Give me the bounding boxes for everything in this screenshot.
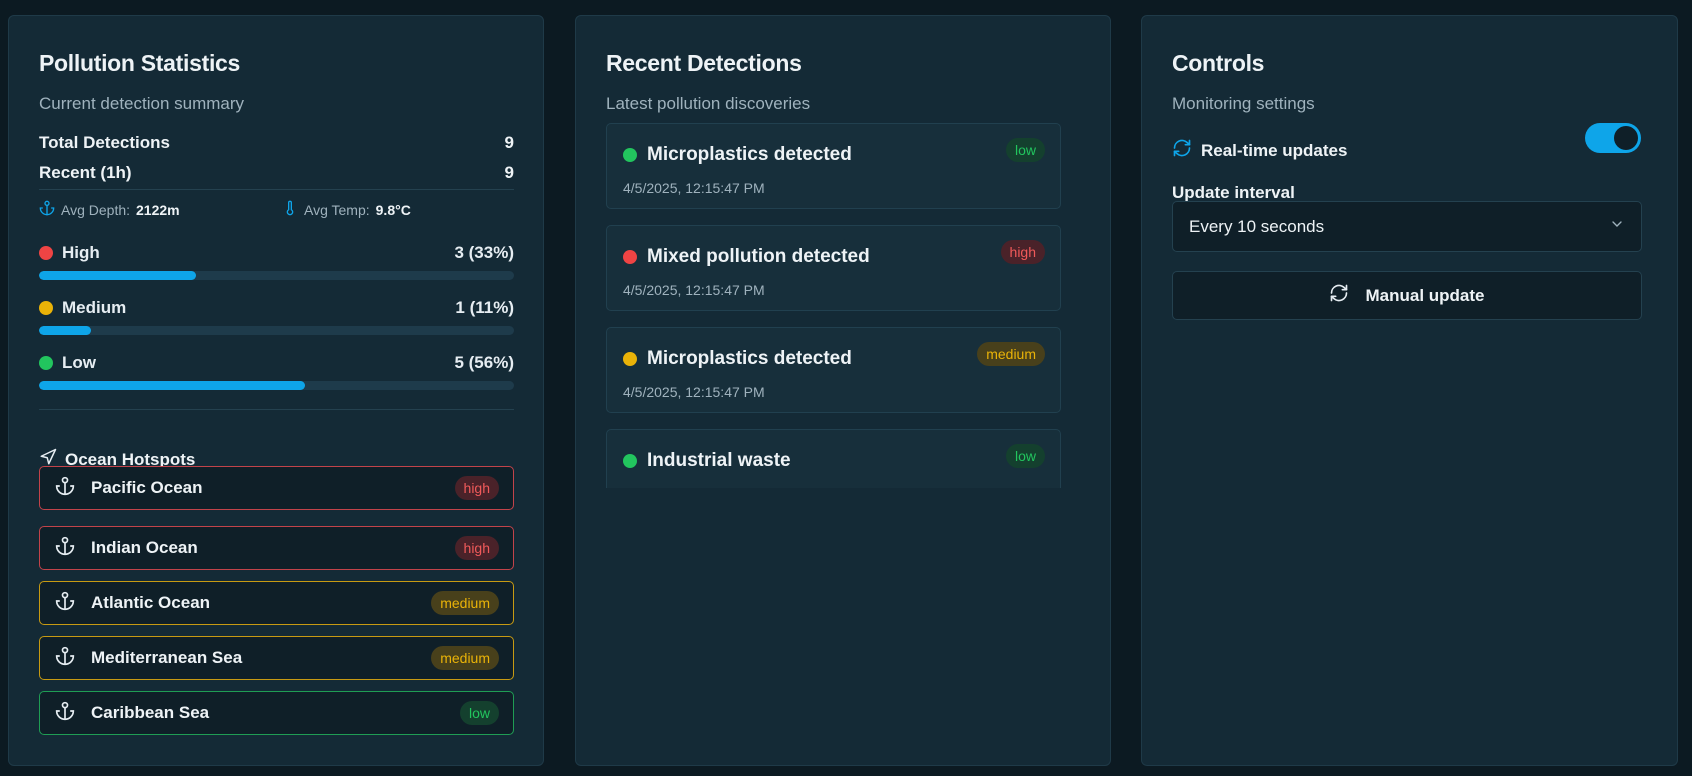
manual-update-button[interactable]: Manual update [1172, 271, 1642, 320]
avg-depth-metric: Avg Depth: 2122m [39, 200, 180, 219]
severity-badge: high [454, 536, 499, 560]
severity-badge: medium [431, 646, 499, 670]
progress-fill [39, 271, 196, 280]
hotspot-name: Indian Ocean [91, 538, 198, 557]
severity-badge: medium [977, 342, 1045, 366]
hotspot-name: Atlantic Ocean [91, 593, 211, 612]
hotspot-name: Caribbean Sea [91, 703, 210, 722]
detection-item[interactable]: Microplastics detected 4/5/2025, 12:15:4… [606, 123, 1061, 209]
controls-subtitle: Monitoring settings [1172, 94, 1315, 113]
green-dot-icon [623, 454, 637, 468]
thermometer-icon [282, 200, 298, 219]
severity-low: Low 5 (56%) [39, 352, 514, 390]
severity-label: Low [62, 353, 96, 372]
refresh-icon [1329, 283, 1349, 308]
yellow-dot-icon [623, 352, 637, 366]
hotspot-name: Pacific Ocean [91, 478, 203, 497]
pollution-statistics-panel: Pollution Statistics Current detection s… [8, 15, 544, 766]
total-detections-label: Total Detections [39, 133, 170, 152]
divider [39, 409, 514, 410]
hotspot-caribbean-sea[interactable]: Caribbean Sea low [39, 691, 514, 735]
total-detections-value: 9 [504, 133, 514, 152]
avg-depth-label: Avg Depth: [61, 201, 131, 218]
severity-count: 5 (56%) [454, 353, 514, 372]
manual-update-label: Manual update [1365, 285, 1485, 305]
red-dot-icon [39, 246, 53, 260]
avg-depth-value: 2122m [136, 201, 180, 218]
detection-item[interactable]: Microplastics detected 4/5/2025, 12:15:4… [606, 327, 1061, 413]
severity-badge: high [1000, 240, 1045, 264]
detection-timestamp: 4/5/2025, 12:15:47 PM [623, 282, 765, 298]
controls-panel: Controls Monitoring settings Real-time u… [1141, 15, 1678, 766]
avg-temp-value: 9.8°C [375, 201, 411, 218]
avg-temp-label: Avg Temp: [304, 201, 370, 218]
hotspot-mediterranean-sea[interactable]: Mediterranean Sea medium [39, 636, 514, 680]
anchor-icon [39, 200, 55, 219]
detection-title: Microplastics detected [647, 348, 852, 369]
anchor-icon [55, 646, 75, 671]
detection-timestamp: 4/5/2025, 12:15:47 PM [623, 384, 765, 400]
toggle-knob [1614, 126, 1638, 150]
update-interval-select[interactable]: Every 10 seconds [1172, 201, 1642, 252]
severity-label: Medium [62, 298, 127, 317]
recent-detections-label: Recent (1h) [39, 163, 132, 182]
detection-item[interactable]: Industrial waste low [606, 429, 1061, 488]
divider [39, 189, 514, 190]
recent-detections-value: 9 [504, 163, 514, 182]
green-dot-icon [39, 356, 53, 370]
stats-title: Pollution Statistics [39, 50, 241, 76]
severity-label: High [62, 243, 100, 262]
realtime-updates-label: Real-time updates [1201, 140, 1348, 160]
detections-title: Recent Detections [606, 50, 802, 76]
chevron-down-icon [1609, 216, 1625, 237]
severity-progress-bar [39, 381, 514, 390]
yellow-dot-icon [39, 301, 53, 315]
hotspot-indian-ocean[interactable]: Indian Ocean high [39, 526, 514, 570]
progress-fill [39, 381, 305, 390]
update-interval-value: Every 10 seconds [1189, 216, 1325, 236]
avg-temp-metric: Avg Temp: 9.8°C [282, 200, 411, 219]
progress-fill [39, 326, 92, 335]
anchor-icon [55, 536, 75, 561]
detection-item[interactable]: Mixed pollution detected 4/5/2025, 12:15… [606, 225, 1061, 311]
detection-title: Industrial waste [647, 450, 791, 471]
severity-count: 1 (11%) [455, 298, 514, 317]
recent-detections-panel: Recent Detections Latest pollution disco… [575, 15, 1111, 766]
severity-count: 3 (33%) [454, 243, 514, 262]
severity-progress-bar [39, 271, 514, 280]
anchor-icon [55, 701, 75, 726]
severity-high: High 3 (33%) [39, 242, 514, 280]
severity-badge: low [459, 701, 499, 725]
update-interval-label: Update interval [1172, 183, 1295, 202]
realtime-updates-toggle[interactable] [1585, 123, 1641, 153]
red-dot-icon [623, 250, 637, 264]
severity-medium: Medium 1 (11%) [39, 297, 514, 335]
severity-badge: low [1005, 444, 1045, 468]
detection-title: Mixed pollution detected [647, 246, 870, 267]
anchor-icon [55, 476, 75, 501]
realtime-updates-row: Real-time updates [1172, 138, 1347, 163]
recent-detections-row: Recent (1h) 9 [39, 163, 514, 183]
hotspot-pacific-ocean[interactable]: Pacific Ocean high [39, 466, 514, 510]
stats-subtitle: Current detection summary [39, 94, 245, 113]
detection-title: Microplastics detected [647, 144, 852, 165]
hotspot-atlantic-ocean[interactable]: Atlantic Ocean medium [39, 581, 514, 625]
controls-title: Controls [1172, 50, 1265, 76]
refresh-icon [1172, 138, 1192, 163]
total-detections-row: Total Detections 9 [39, 133, 514, 153]
detections-list[interactable]: Microplastics detected 4/5/2025, 12:15:4… [606, 123, 1061, 488]
detection-timestamp: 4/5/2025, 12:15:47 PM [623, 180, 765, 196]
anchor-icon [55, 591, 75, 616]
detections-subtitle: Latest pollution discoveries [606, 94, 811, 113]
severity-badge: low [1005, 138, 1045, 162]
hotspot-name: Mediterranean Sea [91, 648, 243, 667]
green-dot-icon [623, 148, 637, 162]
severity-badge: medium [431, 591, 499, 615]
severity-badge: high [454, 476, 499, 500]
severity-progress-bar [39, 326, 514, 335]
